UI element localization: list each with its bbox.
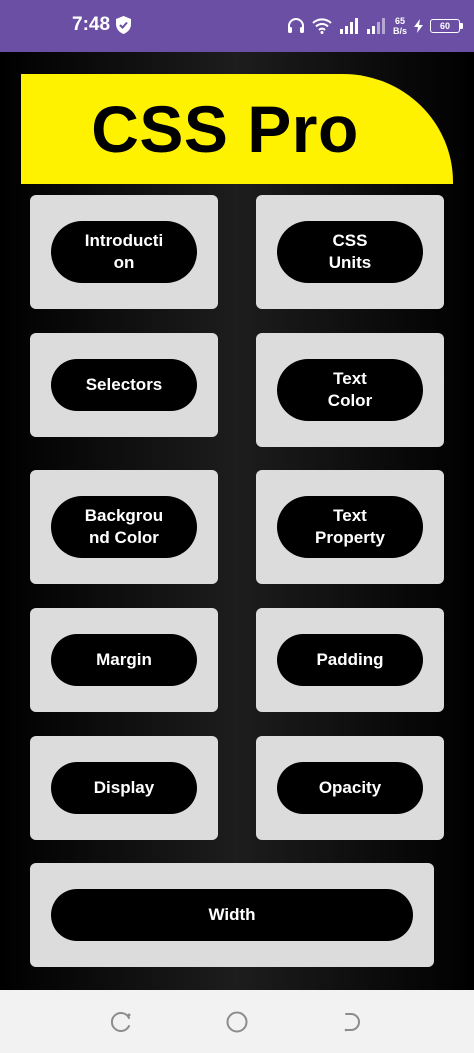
topic-card-selectors: Selectors bbox=[30, 333, 218, 437]
topic-button-background-color[interactable]: Backgrou nd Color bbox=[51, 496, 197, 558]
signal-icon-2 bbox=[366, 18, 385, 34]
battery-icon: 60 bbox=[430, 19, 463, 33]
topic-button-opacity[interactable]: Opacity bbox=[277, 762, 423, 814]
topic-button-padding[interactable]: Padding bbox=[277, 634, 423, 686]
app-title: CSS Pro bbox=[91, 92, 359, 166]
status-icons: 65 B/s 60 bbox=[287, 12, 463, 40]
signal-icon bbox=[339, 18, 358, 34]
shield-check-icon bbox=[116, 16, 131, 34]
topic-card-text-property: Text Property bbox=[256, 470, 444, 584]
topic-card-background-color: Backgrou nd Color bbox=[30, 470, 218, 584]
header-banner: CSS Pro bbox=[21, 74, 453, 184]
topic-button-selectors[interactable]: Selectors bbox=[51, 359, 197, 411]
topic-card-display: Display bbox=[30, 736, 218, 840]
wifi-icon bbox=[312, 18, 332, 34]
topic-card-width: Width bbox=[30, 863, 434, 967]
headphones-icon bbox=[287, 18, 304, 33]
battery-level: 60 bbox=[439, 21, 450, 31]
speed-value: 65 bbox=[394, 16, 405, 26]
topic-button-css-units[interactable]: CSS Units bbox=[277, 221, 423, 283]
status-time: 7:48 bbox=[72, 14, 111, 35]
topic-button-introduction[interactable]: Introducti on bbox=[51, 221, 197, 283]
topic-card-css-units: CSS Units bbox=[256, 195, 444, 309]
topic-button-display[interactable]: Display bbox=[51, 762, 197, 814]
topic-button-width[interactable]: Width bbox=[51, 889, 413, 941]
topic-card-opacity: Opacity bbox=[256, 736, 444, 840]
charging-icon bbox=[414, 19, 423, 33]
topic-card-margin: Margin bbox=[30, 608, 218, 712]
back-icon[interactable] bbox=[341, 1010, 365, 1034]
topic-card-introduction: Introducti on bbox=[30, 195, 218, 309]
home-icon[interactable] bbox=[225, 1010, 249, 1034]
speed-unit: B/s bbox=[392, 26, 407, 36]
topic-card-padding: Padding bbox=[256, 608, 444, 712]
topic-button-margin[interactable]: Margin bbox=[51, 634, 197, 686]
recent-apps-icon[interactable] bbox=[110, 1010, 134, 1034]
network-speed: 65 B/s bbox=[393, 16, 407, 36]
system-nav-bar bbox=[0, 990, 474, 1053]
topic-card-text-color: Text Color bbox=[256, 333, 444, 447]
topic-button-text-property[interactable]: Text Property bbox=[277, 496, 423, 558]
topic-button-text-color[interactable]: Text Color bbox=[277, 359, 423, 421]
status-bar: 7:48 65 B/s 60 bbox=[0, 0, 474, 52]
